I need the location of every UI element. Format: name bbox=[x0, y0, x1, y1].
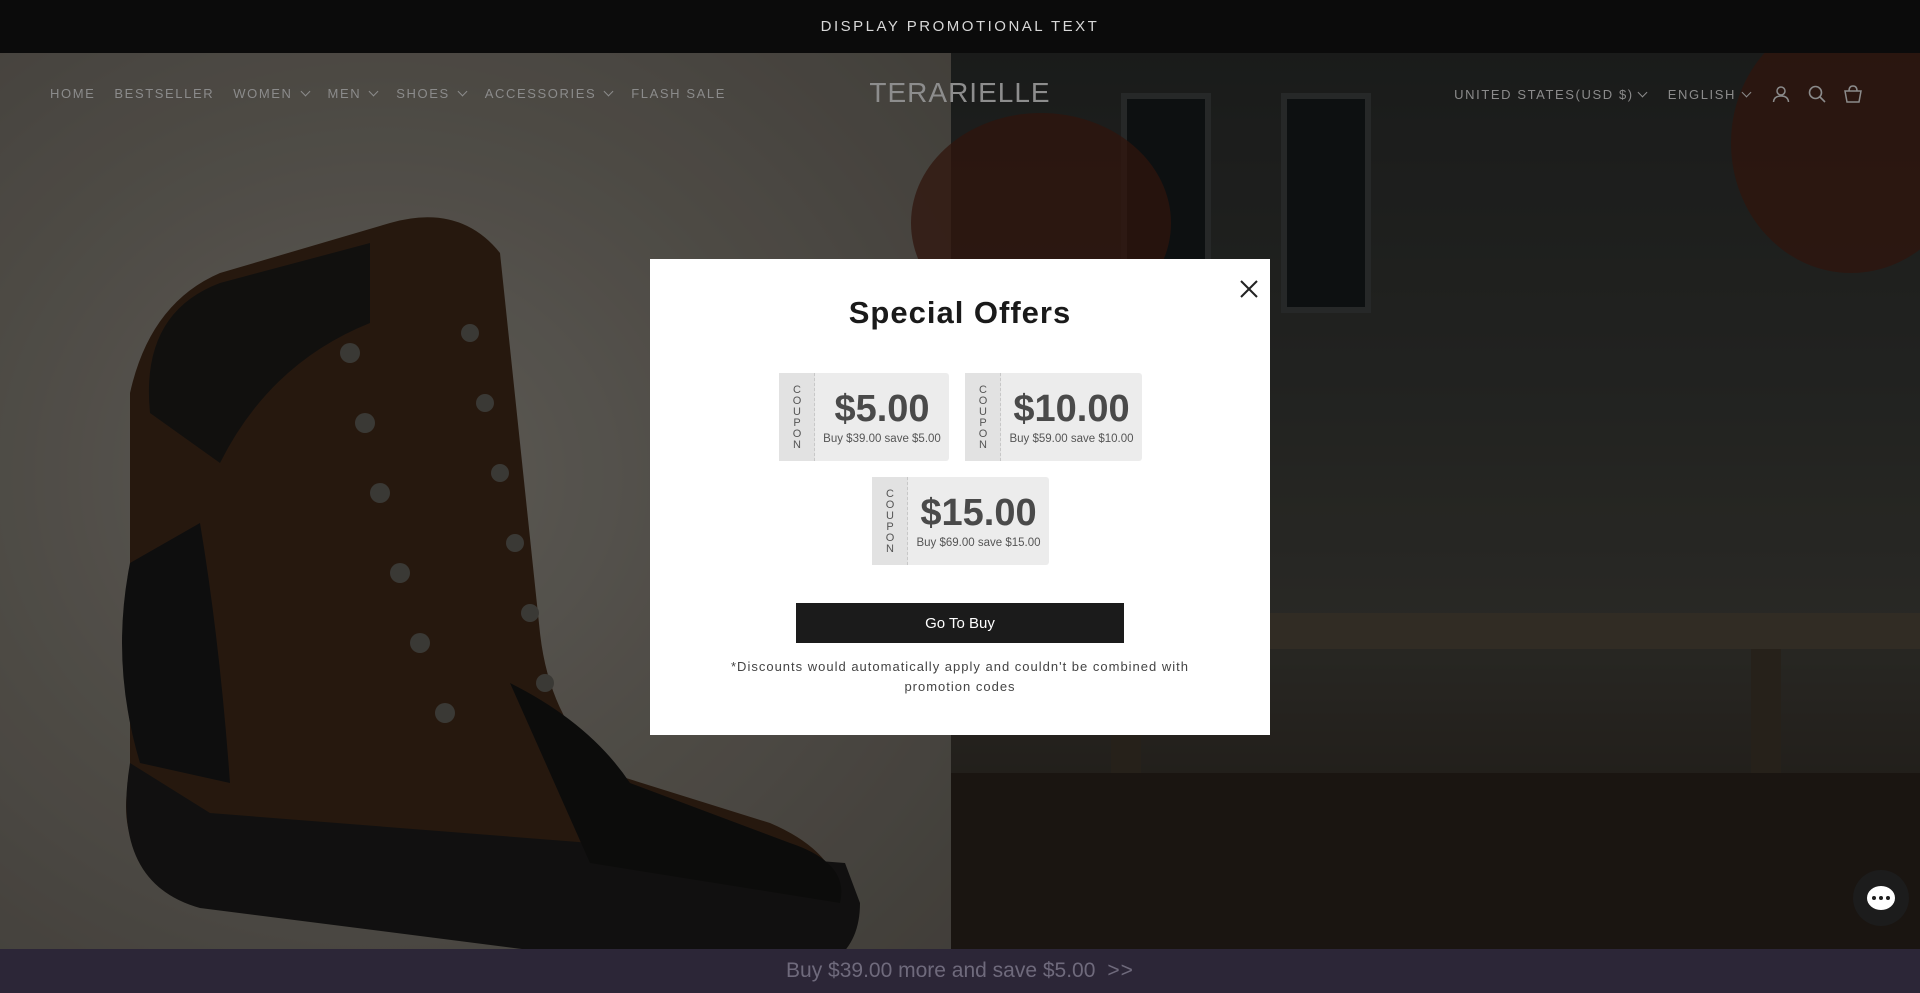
coupon-desc: Buy $59.00 save $10.00 bbox=[1009, 433, 1134, 445]
country-selector[interactable]: UNITED STATES(USD $) bbox=[1454, 86, 1648, 102]
go-to-buy-button[interactable]: Go To Buy bbox=[796, 603, 1124, 643]
coupon-amount: $15.00 bbox=[920, 492, 1037, 534]
modal-title: Special Offers bbox=[848, 295, 1072, 330]
coupon-amount: $10.00 bbox=[1013, 388, 1130, 430]
chevron-down-icon bbox=[1741, 87, 1752, 97]
coupon-desc: Buy $39.00 save $5.00 bbox=[823, 433, 941, 445]
coupon-label: COUPON bbox=[779, 373, 815, 461]
site-header: HOME BESTSELLER WOMEN MEN SHOES ACCESSOR… bbox=[0, 53, 1920, 133]
coupon-card[interactable]: COUPON $15.00 Buy $69.00 save $15.00 bbox=[872, 477, 1049, 565]
promo-bar[interactable]: Buy $39.00 more and save $5.00 >> bbox=[0, 949, 1920, 993]
coupon-card[interactable]: COUPON $10.00 Buy $59.00 save $10.00 bbox=[965, 373, 1142, 461]
special-offers-modal: Special Offers COUPON $5.00 Buy $39.00 s… bbox=[650, 259, 1270, 735]
promo-text: Buy $39.00 more and save $5.00 bbox=[786, 959, 1096, 982]
chat-icon bbox=[1867, 886, 1895, 910]
disclaimer-text: *Discounts would automatically apply and… bbox=[731, 659, 1189, 694]
language-selector[interactable]: ENGLISH bbox=[1667, 86, 1752, 102]
country-label: UNITED STATES(USD $) bbox=[1454, 86, 1634, 102]
chevron-down-icon bbox=[1637, 87, 1648, 97]
coupon-label: COUPON bbox=[872, 477, 908, 565]
announcement-text: DISPLAY PROMOTIONAL TEXT bbox=[820, 18, 1100, 35]
promo-arrow: >> bbox=[1107, 959, 1134, 982]
chat-button[interactable] bbox=[1853, 870, 1909, 926]
coupon-label: COUPON bbox=[965, 373, 1001, 461]
header-utilities: UNITED STATES(USD $) ENGLISH bbox=[1454, 83, 1864, 105]
coupon-card[interactable]: COUPON $5.00 Buy $39.00 save $5.00 bbox=[779, 373, 949, 461]
cart-icon[interactable] bbox=[1842, 83, 1864, 105]
coupon-desc: Buy $69.00 save $15.00 bbox=[916, 537, 1041, 549]
account-icon[interactable] bbox=[1770, 83, 1792, 105]
announcement-bar: DISPLAY PROMOTIONAL TEXT bbox=[0, 0, 1920, 53]
language-label: ENGLISH bbox=[1667, 86, 1736, 102]
coupon-amount: $5.00 bbox=[834, 388, 930, 430]
search-icon[interactable] bbox=[1806, 83, 1828, 105]
